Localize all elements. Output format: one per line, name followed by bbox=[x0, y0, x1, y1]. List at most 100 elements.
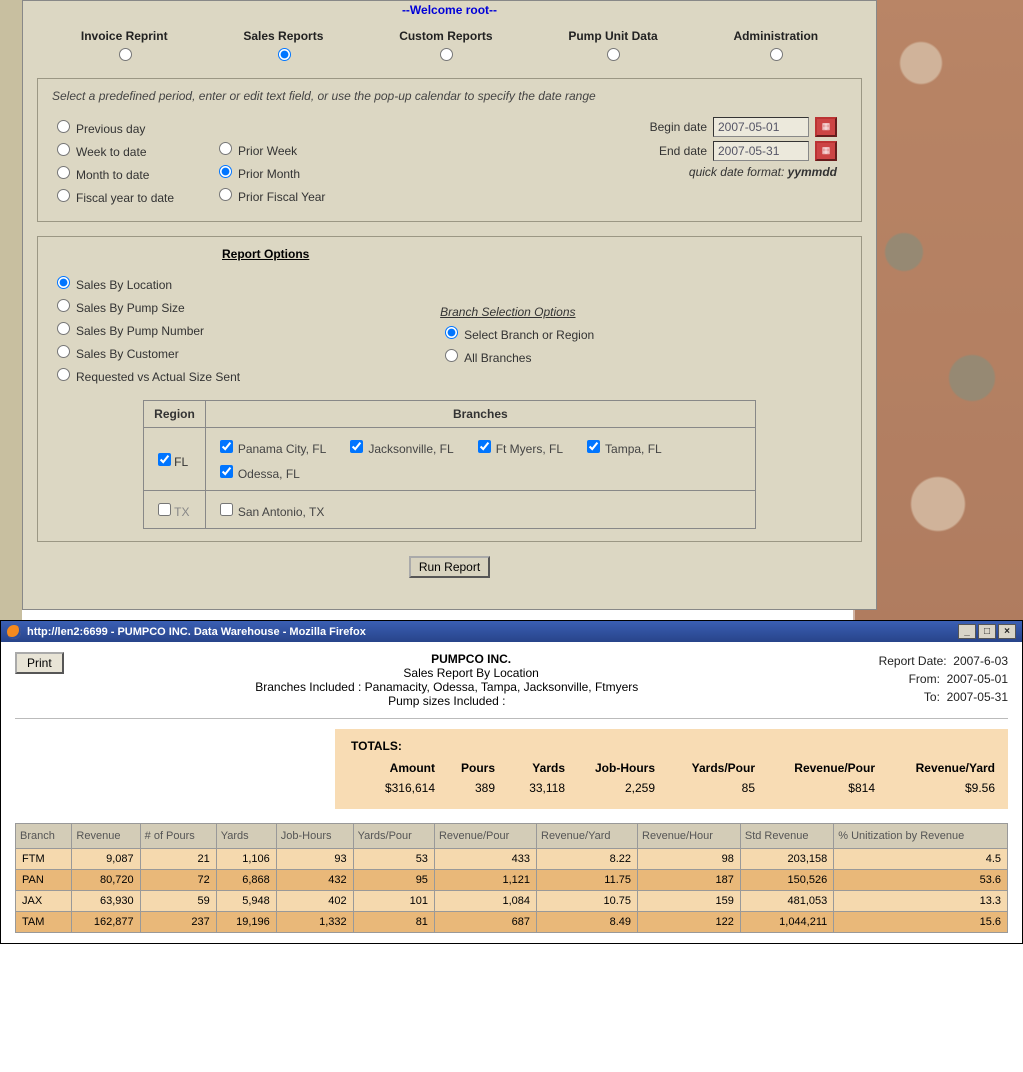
radio-input[interactable] bbox=[57, 120, 70, 133]
date-format-hint: quick date format: yymmdd bbox=[650, 165, 837, 179]
period-option[interactable]: Previous day bbox=[52, 117, 174, 136]
totals-header: Pours bbox=[441, 759, 501, 777]
tab-radio[interactable] bbox=[770, 48, 783, 61]
branch-checkbox[interactable]: Odessa, FL bbox=[216, 462, 300, 481]
value-cell: 21 bbox=[140, 849, 216, 870]
totals-header: Yards/Pour bbox=[661, 759, 761, 777]
period-option[interactable]: Prior Month bbox=[214, 162, 325, 181]
checkbox-input[interactable] bbox=[220, 440, 233, 453]
period-option[interactable]: Prior Fiscal Year bbox=[214, 185, 325, 204]
branch-cell: JAX bbox=[16, 891, 72, 912]
value-cell: 72 bbox=[140, 870, 216, 891]
radio-input[interactable] bbox=[57, 143, 70, 156]
period-option[interactable]: Sales By Location bbox=[52, 273, 240, 292]
print-button[interactable]: Print bbox=[15, 652, 64, 674]
period-option[interactable]: Fiscal year to date bbox=[52, 186, 174, 205]
begin-date-calendar-icon[interactable]: ▦ bbox=[815, 117, 837, 137]
table-row: JAX63,930595,9484021011,08410.75159481,0… bbox=[16, 891, 1008, 912]
totals-value: 2,259 bbox=[571, 777, 661, 799]
totals-header: Job-Hours bbox=[571, 759, 661, 777]
period-option[interactable]: Sales By Pump Number bbox=[52, 319, 240, 338]
value-cell: 98 bbox=[638, 849, 741, 870]
radio-input[interactable] bbox=[219, 188, 232, 201]
branch-checkbox[interactable]: Ft Myers, FL bbox=[474, 437, 563, 456]
tab-invoice-reprint[interactable]: Invoice Reprint bbox=[81, 29, 168, 64]
radio-input[interactable] bbox=[445, 326, 458, 339]
run-report-button[interactable]: Run Report bbox=[409, 556, 490, 578]
company-name: PUMPCO INC. bbox=[15, 652, 1008, 666]
maximize-icon[interactable]: □ bbox=[978, 624, 996, 639]
checkbox-input[interactable] bbox=[587, 440, 600, 453]
totals-value: 33,118 bbox=[501, 777, 571, 799]
radio-input[interactable] bbox=[57, 166, 70, 179]
branch-checkbox[interactable]: Panama City, FL bbox=[216, 437, 326, 456]
period-option[interactable]: Sales By Customer bbox=[52, 342, 240, 361]
radio-input[interactable] bbox=[445, 349, 458, 362]
radio-input[interactable] bbox=[57, 299, 70, 312]
begin-date-input[interactable] bbox=[713, 117, 809, 137]
window-title: http://len2:6699 - PUMPCO INC. Data Ware… bbox=[27, 626, 366, 638]
tab-administration[interactable]: Administration bbox=[733, 29, 818, 64]
value-cell: 122 bbox=[638, 912, 741, 933]
detail-header: Revenue/Hour bbox=[638, 824, 741, 849]
radio-input[interactable] bbox=[57, 345, 70, 358]
end-date-calendar-icon[interactable]: ▦ bbox=[815, 141, 837, 161]
checkbox-input[interactable] bbox=[220, 503, 233, 516]
radio-input[interactable] bbox=[219, 165, 232, 178]
branch-checkbox[interactable]: Jacksonville, FL bbox=[346, 437, 453, 456]
radio-input[interactable] bbox=[57, 322, 70, 335]
value-cell: 81 bbox=[353, 912, 434, 933]
value-cell: 687 bbox=[434, 912, 536, 933]
value-cell: 1,084 bbox=[434, 891, 536, 912]
value-cell: 59 bbox=[140, 891, 216, 912]
radio-input[interactable] bbox=[57, 368, 70, 381]
detail-header: % Unitization by Revenue bbox=[834, 824, 1008, 849]
radio-input[interactable] bbox=[57, 189, 70, 202]
period-option[interactable]: Week to date bbox=[52, 140, 174, 159]
window-titlebar: http://len2:6699 - PUMPCO INC. Data Ware… bbox=[1, 621, 1022, 642]
tab-radio[interactable] bbox=[278, 48, 291, 61]
close-icon[interactable]: × bbox=[998, 624, 1016, 639]
period-option[interactable]: Prior Week bbox=[214, 139, 325, 158]
value-cell: 1,121 bbox=[434, 870, 536, 891]
period-option[interactable]: Month to date bbox=[52, 163, 174, 182]
checkbox-input[interactable] bbox=[158, 503, 171, 516]
value-cell: 53.6 bbox=[834, 870, 1008, 891]
branch-checkbox[interactable]: Tampa, FL bbox=[583, 437, 662, 456]
region-checkbox[interactable]: TX bbox=[154, 505, 189, 519]
value-cell: 162,877 bbox=[72, 912, 140, 933]
period-option[interactable]: Select Branch or Region bbox=[440, 323, 594, 342]
report-type-options: Sales By Location Sales By Pump Size Sales… bbox=[52, 269, 240, 388]
detail-header: Yards bbox=[216, 824, 276, 849]
radio-input[interactable] bbox=[57, 276, 70, 289]
period-option[interactable]: Requested vs Actual Size Sent bbox=[52, 365, 240, 384]
tab-radio[interactable] bbox=[607, 48, 620, 61]
value-cell: 402 bbox=[276, 891, 353, 912]
period-option[interactable]: All Branches bbox=[440, 346, 594, 365]
value-cell: 1,106 bbox=[216, 849, 276, 870]
checkbox-input[interactable] bbox=[220, 465, 233, 478]
value-cell: 9,087 bbox=[72, 849, 140, 870]
checkbox-input[interactable] bbox=[478, 440, 491, 453]
checkbox-input[interactable] bbox=[350, 440, 363, 453]
checkbox-input[interactable] bbox=[158, 453, 171, 466]
tab-custom-reports[interactable]: Custom Reports bbox=[399, 29, 492, 64]
minimize-icon[interactable]: _ bbox=[958, 624, 976, 639]
tab-radio[interactable] bbox=[440, 48, 453, 61]
totals-value: 85 bbox=[661, 777, 761, 799]
report-name: Sales Report By Location bbox=[15, 666, 1008, 680]
value-cell: 11.75 bbox=[537, 870, 638, 891]
period-option[interactable]: Sales By Pump Size bbox=[52, 296, 240, 315]
end-date-input[interactable] bbox=[713, 141, 809, 161]
branch-checkbox[interactable]: San Antonio, TX bbox=[216, 500, 325, 519]
tab-sales-reports[interactable]: Sales Reports bbox=[243, 29, 323, 64]
radio-input[interactable] bbox=[219, 142, 232, 155]
tab-radio[interactable] bbox=[119, 48, 132, 61]
value-cell: 432 bbox=[276, 870, 353, 891]
value-cell: 150,526 bbox=[740, 870, 833, 891]
totals-header: Revenue/Job-Hour bbox=[1001, 759, 1023, 777]
report-config-panel: --Welcome root-- Invoice ReprintSales Re… bbox=[22, 0, 877, 610]
tab-pump-unit-data[interactable]: Pump Unit Data bbox=[568, 29, 657, 64]
table-row: TAM162,87723719,1961,332816878.491221,04… bbox=[16, 912, 1008, 933]
region-checkbox[interactable]: FL bbox=[154, 455, 188, 469]
